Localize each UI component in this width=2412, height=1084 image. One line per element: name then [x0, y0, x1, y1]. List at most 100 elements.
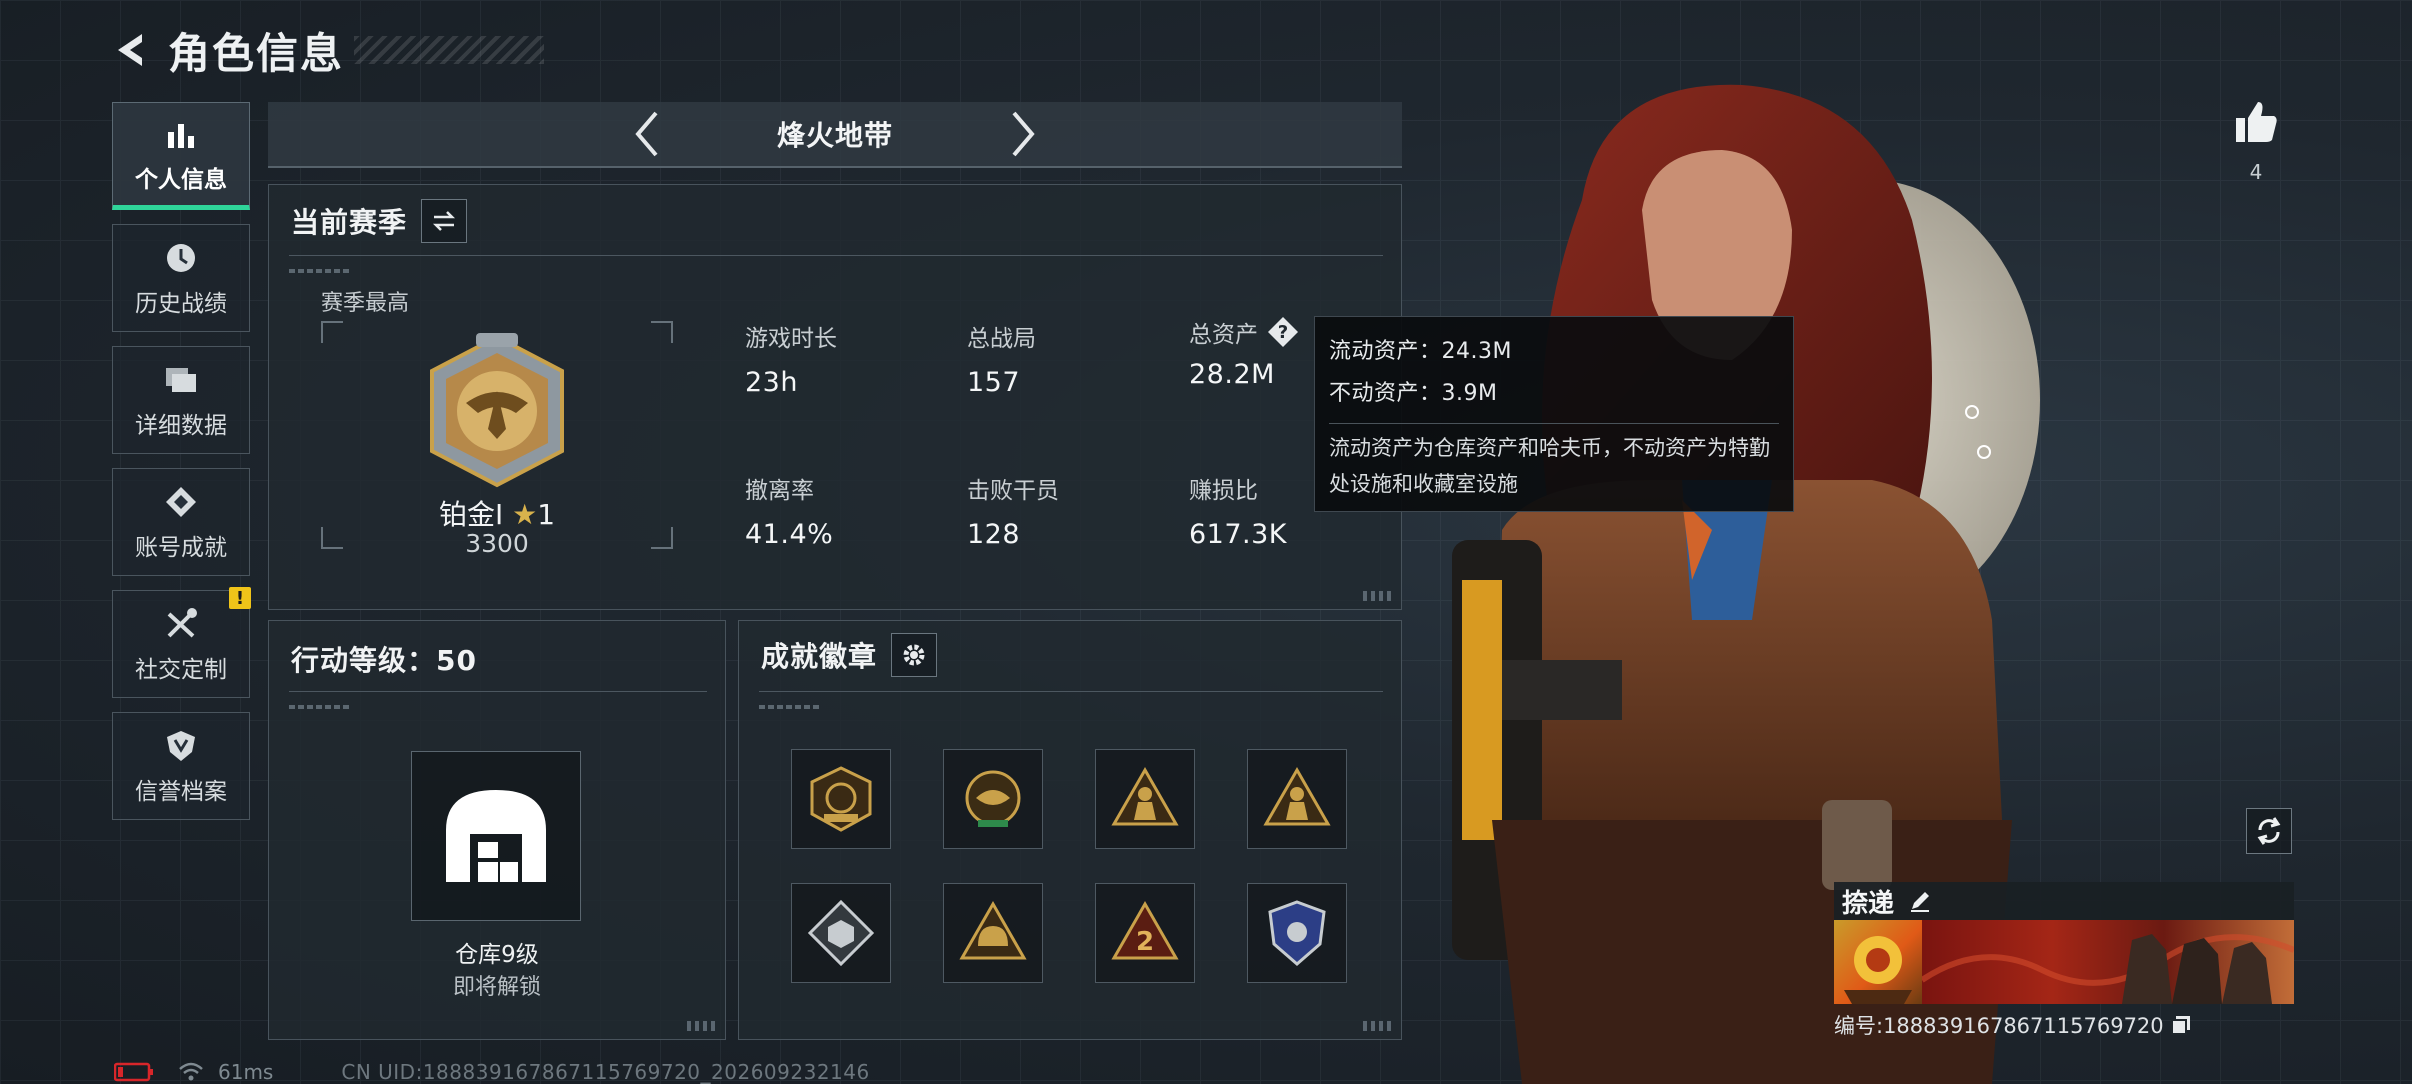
liquid-assets: 流动资产：24.3M — [1329, 339, 1512, 364]
stat-total-assets: 总资产 ? 28.2M — [1189, 315, 1300, 390]
back-arrow-icon[interactable] — [110, 28, 154, 72]
stat-label-text: 总资产 — [1189, 322, 1258, 348]
swap-icon — [432, 211, 456, 231]
avatar[interactable] — [1834, 920, 1922, 1004]
badge-slot[interactable] — [1095, 749, 1195, 849]
stat-value: 617.3K — [1189, 519, 1288, 550]
season-best-label: 赛季最高 — [321, 291, 410, 316]
platinum-rank-badge-icon — [416, 331, 578, 491]
soldier-triangle-icon — [1111, 766, 1179, 826]
sidebar-item-label: 详细数据 — [135, 413, 227, 439]
frame-bracket — [321, 321, 343, 343]
uid-text: CN UID:1888391678671157697​20_2026092321… — [341, 1060, 870, 1084]
badge-slot[interactable]: 2 — [1095, 883, 1195, 983]
name-card: 捺递 编号:1888391678671157697​20 — [1834, 882, 2294, 1040]
stat-value: 128 — [967, 519, 1021, 550]
action-level-title: 行动等级：50 — [291, 644, 477, 677]
stat-total-matches: 总战局 157 — [967, 319, 1036, 398]
achievement-header: 成就徽章 — [761, 633, 938, 677]
sidebar-item-social-custom[interactable]: ! 社交定制 — [112, 587, 251, 698]
player-id-row: 编号:1888391678671157697​20 — [1834, 1010, 2294, 1040]
stat-label: 游戏时长 — [745, 326, 837, 352]
badge-slot[interactable] — [791, 883, 891, 983]
divider — [289, 255, 1383, 256]
badge-grid: 2 — [791, 749, 1347, 983]
help-icon[interactable]: ? — [1266, 315, 1300, 349]
panel-corner-decoration — [1363, 1021, 1393, 1031]
assets-note: 流动资产为仓库资产和哈夫币，不动资产为特勤处设施和收藏室设施 — [1329, 436, 1770, 496]
divider-dash — [759, 705, 819, 709]
rank-name: 铂金Ⅰ — [438, 498, 504, 531]
sidebar: 个人信息 历史战绩 详细数据 账号成就 ! 社交定制 信誉档案 — [112, 102, 251, 834]
rank-star-count: 1 — [537, 498, 556, 531]
achievement-title: 成就徽章 — [761, 640, 878, 673]
action-level-panel: 行动等级：50 仓库9级 即将解锁 — [268, 620, 726, 1040]
header: 角色信息 — [110, 20, 545, 80]
sidebar-item-match-history[interactable]: 历史战绩 — [112, 224, 250, 332]
swap-season-button[interactable] — [421, 199, 468, 243]
stat-value: 23h — [745, 367, 798, 398]
shield-icon — [161, 726, 201, 766]
stat-label: 赚损比 — [1189, 478, 1258, 504]
achievement-icon — [161, 482, 201, 522]
title-decoration — [354, 36, 545, 64]
mode-name: 烽火地带 — [776, 119, 893, 152]
mode-selector: 烽火地带 — [268, 102, 1402, 168]
stat-value: 28.2M — [1189, 359, 1275, 390]
sidebar-item-detailed-data[interactable]: 详细数据 — [112, 346, 250, 454]
badge-slot[interactable] — [1247, 883, 1347, 983]
folder-icon — [161, 360, 201, 400]
badge-slot[interactable] — [791, 749, 891, 849]
divider-dash — [289, 705, 349, 709]
sidebar-item-label: 社交定制 — [135, 657, 227, 683]
rank-frame: 铂金Ⅰ ★1 3300 — [321, 321, 673, 558]
name-card-art — [1922, 920, 2294, 1004]
sidebar-item-achievements[interactable]: 账号成就 — [112, 468, 250, 576]
chevron-right-icon[interactable] — [998, 106, 1048, 162]
warehouse-name: 仓库9级 — [455, 942, 539, 968]
edit-icon[interactable] — [1906, 887, 1934, 915]
badge-slot[interactable] — [943, 883, 1043, 983]
season-badge-icon — [810, 766, 872, 832]
page-title: 角色信息 — [168, 28, 345, 78]
season-title: 当前赛季 — [291, 206, 408, 239]
rank-line: 铂金Ⅰ ★1 — [321, 493, 673, 533]
police-shield-icon — [1268, 900, 1326, 966]
copy-icon[interactable] — [2168, 1012, 2194, 1038]
chevron-left-icon[interactable] — [622, 106, 672, 162]
name-card-banner[interactable] — [1834, 920, 2294, 1004]
sidebar-item-personal-info[interactable]: 个人信息 — [112, 102, 250, 210]
stat-extraction-rate: 撤离率 41.4% — [745, 471, 833, 550]
sidebar-item-label: 信誉档案 — [135, 779, 227, 805]
achievement-badges-panel: 成就徽章 2 — [738, 620, 1402, 1040]
badge-number: 2 — [1136, 927, 1154, 957]
assets-tooltip: 流动资产：24.3M 不动资产：3.9M 流动资产为仓库资产和哈夫币，不动资产为… — [1314, 316, 1794, 512]
gear-icon — [903, 644, 925, 666]
divider — [289, 691, 707, 692]
like-count: 4 — [2249, 160, 2263, 184]
panel-corner-decoration — [687, 1021, 717, 1031]
badge-settings-button[interactable] — [891, 633, 938, 677]
helmet-triangle-icon — [959, 900, 1027, 960]
player-id: 编号:1888391678671157697​20 — [1834, 1014, 2164, 1038]
stat-label: 撤离率 — [745, 478, 814, 504]
action-level-header: 行动等级：50 — [291, 639, 477, 679]
thumbs-up-icon[interactable] — [2226, 98, 2286, 150]
name-card-header: 捺递 — [1834, 882, 2294, 920]
badge-slot[interactable] — [943, 749, 1043, 849]
tools-icon — [161, 604, 201, 644]
ping-value: 61ms — [218, 1060, 274, 1084]
refresh-button[interactable] — [2246, 808, 2292, 854]
rank-points: 3300 — [465, 529, 529, 558]
stat-label: 总资产 ? — [1189, 315, 1300, 349]
number-two-triangle-icon: 2 — [1111, 900, 1179, 960]
stat-label: 总战局 — [967, 326, 1036, 352]
warehouse-card[interactable] — [411, 751, 581, 921]
frame-bracket — [651, 321, 673, 343]
sidebar-item-reputation[interactable]: 信誉档案 — [112, 712, 250, 820]
badge-slot[interactable] — [1247, 749, 1347, 849]
rank-star-icon: ★ — [512, 498, 538, 531]
stat-label: 击败干员 — [967, 478, 1059, 504]
cube-diamond-icon — [807, 899, 875, 967]
stat-play-time: 游戏时长 23h — [745, 319, 837, 398]
